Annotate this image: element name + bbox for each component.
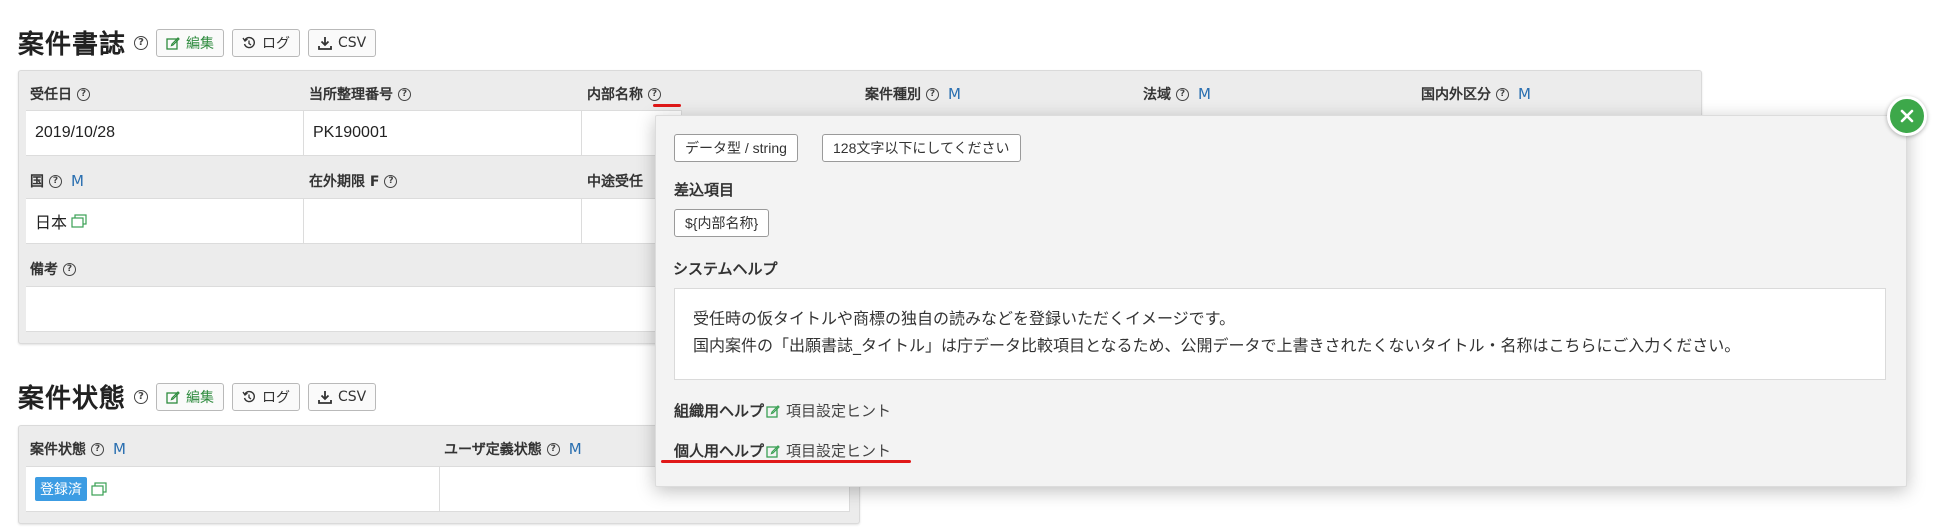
personal-help-link[interactable]: 項目設定ヒント [786, 440, 891, 461]
datatype-tag: データ型 / string [674, 134, 798, 162]
master-marker: M [71, 172, 84, 190]
field-label-anken-jotai: 案件状態? M [30, 440, 126, 458]
edit-button-label: 編集 [186, 35, 215, 52]
master-marker: M [1518, 85, 1531, 103]
field-label-biko: 備考? [30, 259, 76, 279]
help-icon[interactable]: ? [648, 87, 661, 101]
download-icon [318, 390, 332, 404]
org-help-link[interactable]: 項目設定ヒント [786, 400, 891, 421]
field-label-kokunaigai: 国内外区分? M [1421, 85, 1531, 103]
master-marker: M [113, 440, 126, 458]
org-help-row: 組織用ヘルプ 項目設定ヒント [674, 400, 891, 421]
field-value-jyunin[interactable]: 2019/10/28 [26, 110, 304, 156]
field-label-kuni: 国? M [30, 172, 84, 190]
personal-help-row: 個人用ヘルプ 項目設定ヒント [674, 440, 891, 461]
download-icon [318, 36, 332, 50]
help-icon[interactable]: ? [1496, 87, 1509, 101]
length-limit-tag: 128文字以下にしてください [822, 134, 1021, 162]
edit-icon [166, 36, 180, 50]
field-label-chuto: 中途受任 [587, 174, 643, 190]
help-icon[interactable]: ? [134, 389, 149, 404]
section1-title: 案件書誌 [18, 30, 127, 60]
help-icon[interactable]: ? [49, 174, 62, 188]
copy-icon[interactable] [71, 214, 87, 228]
help-icon[interactable]: ? [134, 35, 149, 50]
field-label-jyunin: 受任日? [30, 84, 90, 104]
master-marker: M [1198, 85, 1211, 103]
help-icon[interactable]: ? [384, 174, 398, 188]
system-help-line: 受任時の仮タイトルや商標の独自の読みなどを登録いただくイメージです。 [693, 309, 1236, 328]
insert-heading: 差込項目 [674, 181, 735, 199]
history-icon [242, 390, 255, 402]
edit-icon[interactable] [766, 404, 780, 418]
history-icon [242, 36, 255, 48]
highlight-underline [661, 460, 911, 463]
csv-button[interactable]: CSV [308, 28, 377, 57]
system-help-line: 国内案件の「出願書誌_タイトル」は庁データ比較項目となるため、公開データで上書き… [693, 336, 1741, 355]
close-icon [1900, 109, 1914, 123]
help-icon[interactable]: ? [63, 262, 76, 276]
master-marker: M [948, 85, 961, 103]
csv-button[interactable]: CSV [308, 382, 377, 411]
copy-icon[interactable] [91, 482, 107, 496]
help-icon[interactable]: ? [926, 87, 939, 101]
help-icon[interactable]: ? [77, 87, 90, 101]
log-button[interactable]: ログ [232, 382, 301, 411]
system-help-text: 受任時の仮タイトルや商標の独自の読みなどを登録いただくイメージです。 国内案件の… [674, 288, 1886, 380]
section1-header: 案件書誌 ? 編集 ログ CSV [18, 24, 384, 61]
highlight-underline [653, 104, 681, 107]
section2-title: 案件状態 [18, 384, 127, 414]
close-button[interactable] [1887, 96, 1927, 136]
org-help-label: 組織用ヘルプ [674, 402, 765, 420]
csv-button-label: CSV [338, 34, 367, 51]
log-button[interactable]: ログ [232, 28, 301, 57]
field-help-popover: データ型 / string 128文字以下にしてください 差込項目 ${内部名称… [655, 115, 1907, 487]
master-marker: M [568, 440, 582, 458]
edit-button[interactable]: 編集 [156, 382, 225, 411]
field-label-zaigai: 在外期限 F? [309, 171, 398, 191]
insert-variable-tag[interactable]: ${内部名称} [674, 209, 770, 237]
edit-button-label: 編集 [186, 389, 215, 406]
personal-help-label: 個人用ヘルプ [674, 442, 765, 460]
edit-button[interactable]: 編集 [156, 28, 225, 57]
field-label-naibu: 内部名称? [587, 84, 661, 104]
field-value-anken-jotai[interactable]: 登録済 [26, 466, 440, 512]
system-help-heading: システムヘルプ [673, 260, 778, 278]
field-value-zaigai[interactable] [304, 198, 582, 244]
field-value-kuni[interactable]: 日本 [26, 198, 304, 244]
field-label-seiri: 当所整理番号? [309, 84, 411, 104]
field-label-shubetsu: 案件種別? M [865, 85, 961, 103]
field-label-houiki: 法域? M [1143, 85, 1211, 103]
field-label-user-jotai: ユーザ定義状態? M [444, 440, 582, 458]
help-icon[interactable]: ? [546, 442, 560, 456]
help-icon[interactable]: ? [1176, 87, 1189, 101]
status-badge: 登録済 [35, 477, 87, 501]
help-icon[interactable]: ? [398, 87, 411, 101]
csv-button-label: CSV [338, 388, 367, 405]
log-button-label: ログ [262, 389, 291, 406]
log-button-label: ログ [262, 35, 291, 52]
field-value-seiri[interactable]: PK190001 [304, 110, 582, 156]
section2-header: 案件状態 ? 編集 ログ CSV [18, 378, 384, 415]
help-icon[interactable]: ? [91, 442, 104, 456]
edit-icon [166, 390, 180, 404]
field-value-biko[interactable] [26, 286, 666, 332]
edit-icon[interactable] [766, 444, 780, 458]
